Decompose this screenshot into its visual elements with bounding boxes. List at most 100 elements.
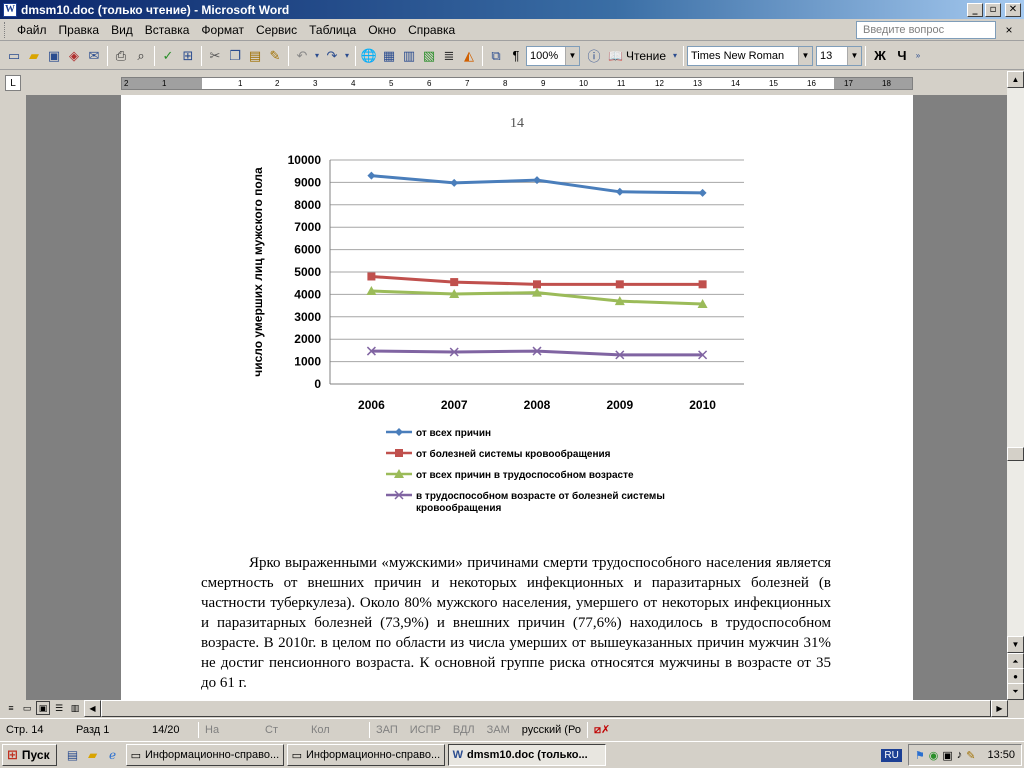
bold-button[interactable]: Ж [869, 46, 891, 66]
legend-marker [395, 428, 403, 436]
status-language[interactable]: русский (Ро [516, 724, 587, 736]
tray-security-icon[interactable]: ◉ [929, 749, 939, 762]
menu-table[interactable]: Таблица [303, 21, 362, 39]
paste-icon[interactable]: ▤ [245, 46, 265, 66]
menu-window[interactable]: Окно [362, 21, 402, 39]
spelling-status-icon[interactable]: ⧄✗ [588, 723, 616, 737]
reading-mode-button[interactable]: 📖 Чтение [604, 49, 670, 63]
normal-view-icon[interactable]: ≡ [4, 701, 18, 715]
columns-icon[interactable]: ≣ [439, 46, 459, 66]
status-extend-selection[interactable]: ВДЛ [447, 724, 481, 736]
tab-selector[interactable]: L [5, 75, 21, 91]
research-icon[interactable]: ⊞ [178, 46, 198, 66]
next-page-icon[interactable]: ⏷ [1007, 683, 1024, 700]
word-app-icon[interactable]: W [3, 2, 17, 17]
print-layout-icon[interactable]: ▣ [36, 701, 50, 715]
spelling-icon[interactable]: ✓ [158, 46, 178, 66]
insert-table-icon[interactable]: ▥ [399, 46, 419, 66]
chevron-down-icon[interactable]: ▼ [798, 46, 812, 65]
start-button[interactable]: ⊞ Пуск [2, 744, 57, 766]
taskbar-window-word[interactable]: W dmsm10.doc (только... [447, 744, 606, 766]
vertical-scroll-thumb[interactable] [1007, 447, 1024, 461]
keyboard-language-indicator[interactable]: RU [881, 748, 902, 762]
save-icon[interactable]: ▣ [44, 46, 64, 66]
horizontal-scrollbar[interactable]: ◀ ▶ [84, 700, 1008, 717]
document-close-icon[interactable]: × [1000, 23, 1018, 37]
reading-label: Чтение [625, 48, 666, 63]
outline-view-icon[interactable]: ☰ [52, 701, 66, 715]
status-column[interactable]: Кол [305, 724, 369, 736]
status-overtype[interactable]: ЗАМ [481, 724, 516, 736]
cut-icon[interactable]: ✂ [205, 46, 225, 66]
menu-edit[interactable]: Правка [53, 21, 106, 39]
minimize-button[interactable]: _ [967, 2, 983, 17]
status-page-count[interactable]: 14/20 [146, 724, 198, 736]
font-size-select[interactable]: 13 ▼ [816, 45, 862, 66]
menu-format[interactable]: Формат [195, 21, 250, 39]
menu-view[interactable]: Вид [105, 21, 139, 39]
status-section[interactable]: Разд 1 [70, 724, 146, 736]
taskbar-window-1[interactable]: ▭ Информационно-справо... [125, 744, 284, 766]
tray-tools-icon[interactable]: ✎ [966, 749, 975, 762]
status-record-macro[interactable]: ЗАП [370, 724, 404, 736]
tray-network-icon[interactable]: ⚑ [915, 749, 925, 762]
print-icon[interactable]: ⎙ [111, 46, 131, 66]
redo-icon[interactable]: ↷ [322, 46, 342, 66]
horizontal-ruler[interactable]: 2 1 1 2 3 4 5 6 7 8 9 10 11 12 13 14 15 … [121, 77, 913, 90]
chevron-down-icon[interactable]: ▼ [847, 46, 861, 65]
email-icon[interactable]: ✉ [84, 46, 104, 66]
zoom-select[interactable]: 100% ▼ [526, 45, 580, 66]
menu-insert[interactable]: Вставка [139, 21, 196, 39]
menu-help[interactable]: Справка [402, 21, 461, 39]
scroll-up-icon[interactable]: ▲ [1007, 71, 1024, 88]
internet-explorer-icon[interactable]: ℯ [103, 745, 123, 765]
undo-dropdown-icon[interactable]: ▾ [312, 46, 322, 66]
drawing-icon[interactable]: ◭ [459, 46, 479, 66]
hyperlink-icon[interactable]: 🌐 [359, 46, 379, 66]
clock[interactable]: 13:50 [987, 749, 1015, 761]
menu-file[interactable]: Файл [11, 21, 53, 39]
font-name-select[interactable]: Times New Roman ▼ [687, 45, 813, 66]
scroll-right-icon[interactable]: ▶ [991, 700, 1008, 717]
format-painter-icon[interactable]: ✎ [265, 46, 285, 66]
status-line[interactable]: Ст [259, 724, 305, 736]
help-icon[interactable]: ⓘ [584, 46, 604, 66]
status-page[interactable]: Стр. 14 [0, 724, 70, 736]
tables-borders-icon[interactable]: ▦ [379, 46, 399, 66]
help-question-input[interactable]: Введите вопрос [856, 20, 996, 39]
reading-view-icon[interactable]: ▥ [68, 701, 82, 715]
italic-button[interactable]: Ч [891, 46, 913, 66]
ruler-number: 18 [882, 79, 891, 88]
close-button[interactable]: ✕ [1005, 2, 1021, 17]
web-view-icon[interactable]: ▭ [20, 701, 34, 715]
menu-tools[interactable]: Сервис [250, 21, 303, 39]
status-track-changes[interactable]: ИСПР [404, 724, 447, 736]
new-document-icon[interactable]: ▭ [4, 46, 24, 66]
show-desktop-icon[interactable]: ▤ [63, 745, 83, 765]
body-paragraph[interactable]: Ярко выраженными «мужскими» причинами см… [201, 553, 831, 693]
document-page[interactable]: 14 0 1000 2000 3000 4000 5000 6000 7000 8000 9000… [121, 95, 913, 700]
explorer-icon[interactable]: ▰ [83, 745, 103, 765]
horizontal-scroll-thumb[interactable] [101, 700, 991, 717]
tray-volume-icon[interactable]: ♪ [957, 749, 963, 761]
scroll-left-icon[interactable]: ◀ [84, 700, 101, 717]
maximize-button[interactable]: ▫ [985, 2, 1001, 17]
status-position[interactable]: На [199, 724, 259, 736]
copy-icon[interactable]: ❐ [225, 46, 245, 66]
open-folder-icon[interactable]: ▰ [24, 46, 44, 66]
redo-dropdown-icon[interactable]: ▾ [342, 46, 352, 66]
chevron-down-icon[interactable]: ▼ [565, 46, 579, 65]
document-map-icon[interactable]: ⧉ [486, 46, 506, 66]
insert-excel-icon[interactable]: ▧ [419, 46, 439, 66]
taskbar-window-2[interactable]: ▭ Информационно-справо... [286, 744, 445, 766]
undo-icon[interactable]: ↶ [292, 46, 312, 66]
toolbar-overflow-icon[interactable]: » [913, 46, 923, 66]
vertical-scrollbar[interactable]: ▲ ▼ ⏶ ● ⏷ [1007, 71, 1024, 700]
permission-icon[interactable]: ◈ [64, 46, 84, 66]
toolbar-options-icon[interactable]: ▾ [670, 46, 680, 66]
tray-monitor-icon[interactable]: ▣ [942, 749, 952, 762]
menu-grip[interactable] [4, 21, 7, 38]
show-hide-icon[interactable]: ¶ [506, 46, 526, 66]
print-preview-icon[interactable]: ⌕ [131, 46, 151, 66]
scroll-down-icon[interactable]: ▼ [1007, 636, 1024, 653]
